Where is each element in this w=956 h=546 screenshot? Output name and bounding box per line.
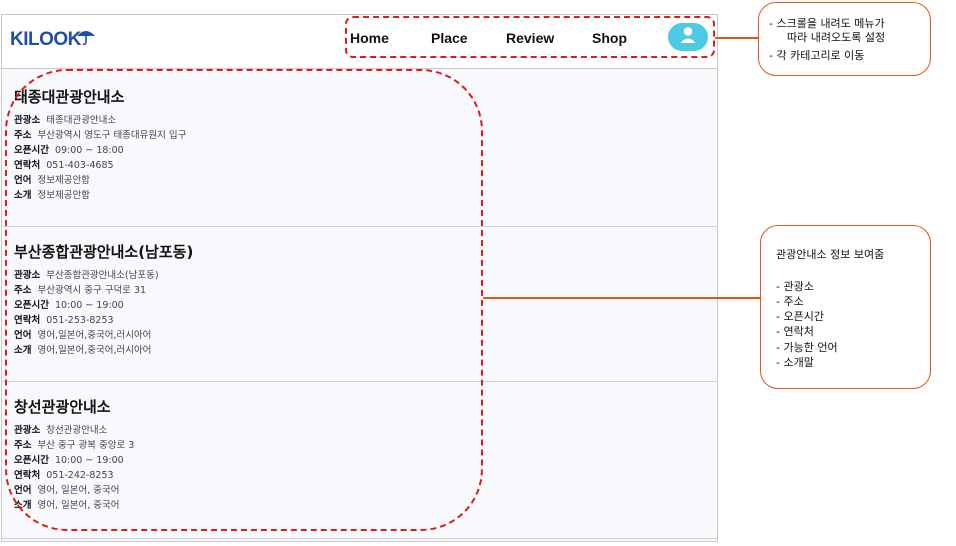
umbrella-icon	[75, 26, 97, 52]
info-callout-title: 관광안내소 정보 보여줌	[776, 248, 885, 261]
nav-highlight-outline	[345, 16, 715, 58]
info-callout-item: - 소개말	[776, 356, 814, 369]
info-callout-item: - 주소	[776, 295, 804, 308]
menu-callout-line: - 각 카테고리로 이동	[769, 49, 865, 62]
menu-callout: - 스크롤을 내려도 메뉴가 따라 내려오도록 설정 - 각 카테고리로 이동	[758, 2, 931, 76]
menu-connector-line	[715, 37, 759, 39]
info-callout-item: - 오픈시간	[776, 310, 824, 323]
info-callout: 관광안내소 정보 보여줌 - 관광소 - 주소 - 오픈시간 - 연락처 - 가…	[760, 225, 931, 389]
list-highlight-outline	[5, 69, 483, 531]
info-callout-item: - 관광소	[776, 280, 814, 293]
info-callout-item: - 가능한 언어	[776, 341, 838, 354]
logo[interactable]: KILOOK	[10, 29, 81, 51]
info-callout-item: - 연락처	[776, 325, 814, 338]
menu-callout-line: 따라 내려오도록 설정	[787, 31, 886, 44]
info-connector-line	[483, 297, 761, 299]
